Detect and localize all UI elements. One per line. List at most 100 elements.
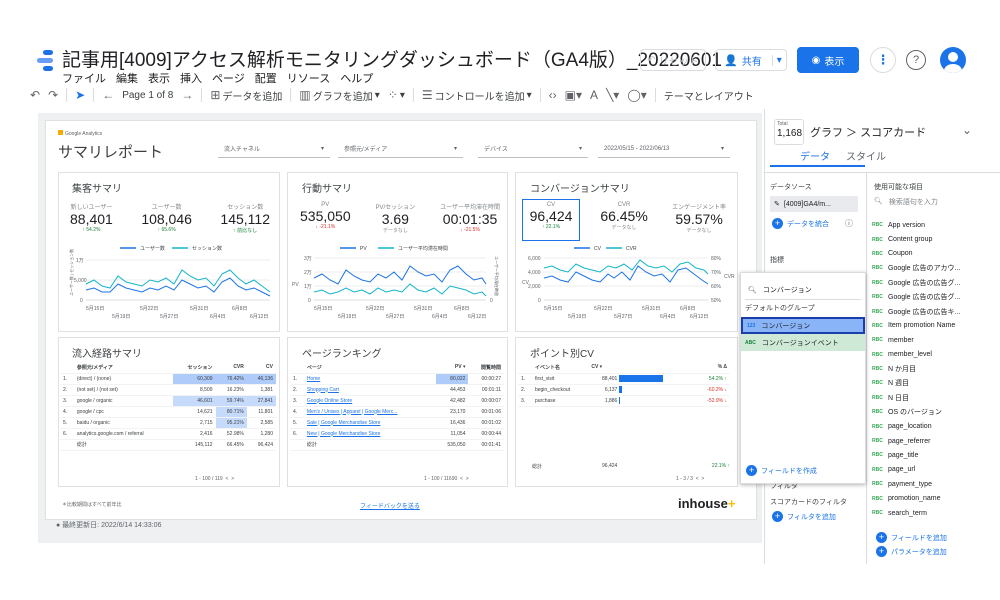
list-item[interactable]: RBC Item promotion Name [872,319,1000,333]
text-icon[interactable]: A [590,88,598,102]
table-row[interactable]: 4. google / cpc 14,621 80.71% 11,801 [60,406,276,418]
list-item[interactable]: RBC page_referrer [872,434,1000,448]
events-table[interactable]: イベント名 CV ▾% Δ 1. first_visit 88,401 54.2% ↑… [518,362,730,407]
add-chart-button[interactable]: ▥ グラフを追加 ▾ [299,88,379,103]
events-pager[interactable]: 1 - 3 / 3 < > [676,476,704,482]
tab-style[interactable]: スタイル [846,148,886,163]
table-row[interactable]: 3. Google Online Store 42,482 00:00:07 [290,395,504,407]
select-cursor-icon[interactable]: ➤ [75,88,85,102]
pencil-icon[interactable]: ✎ [774,200,780,208]
page-indicator[interactable]: Page 1 of 8 [122,90,173,101]
list-item[interactable]: RBC Coupon [872,247,1000,261]
list-item[interactable]: RBC Content group [872,232,1000,246]
create-field-button[interactable]: + フィールドを作成 [746,465,817,476]
table-row[interactable]: 1. first_visit 88,401 54.2% ↑ [518,373,730,385]
menu-insert[interactable]: 挿入 [180,70,202,86]
prev-page-icon[interactable]: ← [102,88,114,102]
help-icon[interactable]: ? [906,50,926,70]
add-field-button[interactable]: + フィールドを追加 [876,532,947,543]
table-row[interactable]: 2. Shopping Cart 44,453 00:01:11 [290,384,504,396]
list-item[interactable]: RBC N 週目 [872,376,1000,390]
embed-code-icon[interactable]: ‹› [549,88,557,102]
table-row[interactable]: 1. Home 80,022 00:00:27 [290,373,504,385]
table-row[interactable]: 6. analytics.google.com / referral 2,416 52… [60,428,276,440]
menu-file[interactable]: ファイル [62,70,106,86]
filter-source-medium[interactable]: 参照元/メディア ▾ [338,140,463,158]
filter-device[interactable]: デバイス ▾ [478,140,588,158]
community-viz-button[interactable]: ⁘ ▾ [388,88,405,102]
option-conversion[interactable]: 123 コンバージョン [741,317,865,334]
menu-resource[interactable]: リソース [287,70,330,86]
list-item[interactable]: RBC member_level [872,348,1000,362]
chevron-down-icon[interactable]: ⌄ [962,123,972,137]
kpi-pv-per-session[interactable]: PV/セッション 3.69 データなし [376,202,416,234]
view-button[interactable]: ◉ 表示 [797,47,859,73]
table-row[interactable]: 4. Men's / Unisex | Apparel | Google Merc… [290,406,504,418]
table-row[interactable]: 3. google / organic 46,601 59.74% 27,841 [60,395,276,407]
undo-icon[interactable]: ↶ [30,88,40,102]
kpi-engagement-rate[interactable]: エンゲージメント率 59.57% データなし [672,202,726,234]
add-control-button[interactable]: ☰ コントロールを追加 ▾ [422,88,532,103]
menu-help[interactable]: ヘルプ [340,70,373,86]
help-icon[interactable]: ⓘ [845,218,853,229]
avatar[interactable] [940,47,966,73]
menu-page[interactable]: ページ [212,70,245,86]
list-item[interactable]: RBC page_location [872,419,1000,433]
pages-table[interactable]: ページ PV ▾ 閲覧時間 1. Home 80,022 00:00:27 2. Shopp… [290,362,504,451]
theme-layout-button[interactable]: テーマとレイアウト [664,88,754,103]
traffic-pager[interactable]: 1 - 100 / 119 < > [195,476,234,482]
datasource-chip[interactable]: ✎ [4009]GA4/m... [770,196,858,212]
looker-studio-logo[interactable] [37,50,53,72]
list-item[interactable]: RBC promotion_name [872,491,1000,505]
kpi-cvr[interactable]: CVR 66.45% データなし [600,202,647,234]
add-filter-button[interactable]: + フィルタを追加 [772,511,836,522]
line-icon[interactable]: ╲▾ [606,88,619,102]
table-row[interactable]: 1. (direct) / (none) 60,309 76.42% 46,136 [60,373,276,385]
pages-pager[interactable]: 1 - 100 / 11690 < > [424,476,469,482]
kpi-avg-time[interactable]: ユーザー平均滞在時間 00:01:35 ↓ -21.5% [440,202,500,234]
list-item[interactable]: RBC search_term [872,506,1000,520]
share-button[interactable]: 👤 共有 ▾ [715,49,787,71]
list-item[interactable]: RBC App version [872,218,1000,232]
table-row[interactable]: 6. New | Google Merchandise Store 11,054 00… [290,428,504,440]
image-icon[interactable]: ▣▾ [565,88,582,102]
list-item[interactable]: RBC page_title [872,448,1000,462]
date-range-control[interactable]: 2022/05/15 - 2022/06/13 ▾ [598,140,730,158]
traffic-table[interactable]: 参照元/メディア セッション CVR CV 1. (direct) / (none) 60… [60,362,276,451]
list-item[interactable]: RBC N か月目 [872,362,1000,376]
kpi-new-users[interactable]: 新しいユーザー 88,401 ↑ 54.2% [70,202,113,234]
metric-search-input[interactable]: 🔍︎ コンバージョン [748,282,860,298]
field-search-input[interactable]: 🔍︎ 検索語句を入力 [874,197,938,207]
shape-icon[interactable]: ◯▾ [627,88,646,102]
kpi-cv[interactable]: CV 96,424 ↑ 22.1% [526,202,576,234]
table-row[interactable]: 3. purchase 1,886 -52.9% ↓ [518,395,730,407]
acquisition-chart[interactable]: ユーザー数 セッション数 ユーザー数 | セッション数 1万 5,000 0 5… [60,240,278,328]
menu-view[interactable]: 表示 [148,70,170,86]
tab-data[interactable]: データ [800,148,830,163]
behavior-chart[interactable]: PV ユーザー平均滞在時間 PV 3万 2万 1万 0 0 ユーザー平均滞在時間… [290,240,505,328]
next-page-icon[interactable]: → [181,88,193,102]
list-item[interactable]: RBC OS のバージョン [872,405,1000,419]
add-parameter-button[interactable]: + パラメータを追加 [876,546,947,557]
kpi-pv[interactable]: PV 535,050 ↓ -21.1% [300,202,351,234]
list-item[interactable]: RBC payment_type [872,477,1000,491]
conversion-chart[interactable]: CV CVR CV 6,000 4,000 2,000 0 80% 70% 60… [518,240,736,328]
report-title[interactable]: 記事用[4009]アクセス解析モニタリングダッシュボード（GA4版）_20220… [62,45,722,72]
blend-data-button[interactable]: + データを統合 [772,218,829,229]
list-item[interactable]: RBC N 日目 [872,391,1000,405]
list-item[interactable]: RBC Google 広告の広告グ... [872,276,1000,290]
feedback-link[interactable]: フィードバックを送る [360,501,420,510]
list-item[interactable]: RBC Google 広告のアカウ... [872,261,1000,275]
filter-channel[interactable]: 流入チャネル ▾ [218,140,330,158]
table-row[interactable]: 5. baidu / organic 2,715 95.21% 2,585 [60,417,276,429]
option-conversion-event[interactable]: ABC コンバージョンイベント [741,334,865,351]
list-item[interactable]: RBC Google 広告の広告グ... [872,290,1000,304]
kpi-sessions[interactable]: セッション数 145,112 ↑ 前比なし [220,202,270,234]
add-data-button[interactable]: ⊞ データを追加 [210,88,282,103]
more-options-icon[interactable]: ⋮ [870,47,896,73]
table-row[interactable]: 2. begin_checkout 6,137 -60.2% ↓ [518,384,730,396]
list-item[interactable]: RBC Google 広告の広告キ... [872,304,1000,318]
list-item[interactable]: RBC member [872,333,1000,347]
chevron-down-icon[interactable]: ▾ [771,54,782,66]
redo-icon[interactable]: ↷ [48,88,58,102]
